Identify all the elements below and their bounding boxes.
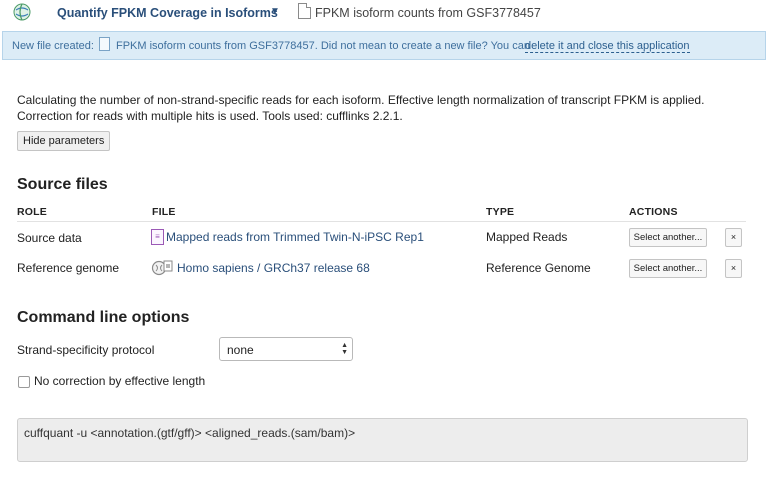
source-files-heading: Source files — [17, 176, 108, 193]
notice-prefix: New file created: — [12, 40, 94, 52]
command-line-text: cuffquant -u <annotation.(gtf/gff)> <ali… — [24, 426, 356, 440]
row-role-source-data: Source data — [17, 231, 82, 245]
row-type-reference-genome: Reference Genome — [486, 261, 591, 275]
file-title: FPKM isoform counts from GSF3778457 — [315, 6, 541, 20]
tool-description: Calculating the number of non-strand-spe… — [17, 93, 705, 123]
no-correction-label[interactable]: No correction by effective length — [34, 374, 205, 388]
select-another-genome-button[interactable]: Select another... — [629, 259, 707, 278]
table-header-divider — [17, 221, 746, 222]
column-header-actions: ACTIONS — [629, 206, 678, 218]
row-type-mapped-reads: Mapped Reads — [486, 230, 568, 244]
delete-and-close-link[interactable]: delete it and close this application — [525, 40, 690, 53]
no-correction-checkbox[interactable] — [18, 376, 30, 388]
new-file-notice: New file created: FPKM isoform counts fr… — [2, 31, 766, 60]
row-role-reference-genome: Reference genome — [17, 261, 120, 275]
top-bar: Quantify FPKM Coverage in Isoforms ▼ FPK… — [0, 0, 769, 26]
select-another-source-button[interactable]: Select another... — [629, 228, 707, 247]
strand-specificity-value: none — [227, 343, 254, 357]
command-line-options-heading: Command line options — [17, 309, 190, 326]
hide-parameters-button[interactable]: Hide parameters — [17, 131, 111, 151]
notice-text: FPKM isoform counts from GSF3778457. Did… — [116, 40, 530, 52]
column-header-role: ROLE — [17, 206, 47, 218]
column-header-file: FILE — [152, 206, 176, 218]
column-header-type: TYPE — [486, 206, 515, 218]
remove-source-button[interactable]: × — [725, 228, 742, 247]
document-icon — [298, 3, 311, 19]
remove-genome-button[interactable]: × — [725, 259, 742, 278]
source-data-file-link[interactable]: Mapped reads from Trimmed Twin-N-iPSC Re… — [166, 230, 424, 244]
select-arrows-icon: ▲ ▼ — [341, 342, 348, 356]
reference-genome-file-link[interactable]: Homo sapiens / GRCh37 release 68 — [177, 261, 370, 275]
caret-down-icon[interactable]: ▼ — [270, 6, 280, 17]
globe-logo-icon[interactable] — [13, 3, 31, 21]
app-title-menu[interactable]: Quantify FPKM Coverage in Isoforms — [57, 6, 278, 20]
notice-file-name: FPKM isoform counts from GSF3778457. — [116, 40, 318, 52]
mapped-reads-file-icon: ≡ — [151, 229, 164, 245]
strand-specificity-label: Strand-specificity protocol — [17, 343, 155, 357]
genome-icon — [151, 260, 173, 276]
command-line-preview: cuffquant -u <annotation.(gtf/gff)> <ali… — [17, 418, 748, 462]
strand-specificity-select[interactable]: none ▲ ▼ — [219, 337, 353, 361]
notice-middle: Did not mean to create a new file? You c… — [320, 40, 530, 52]
document-icon — [99, 37, 110, 51]
